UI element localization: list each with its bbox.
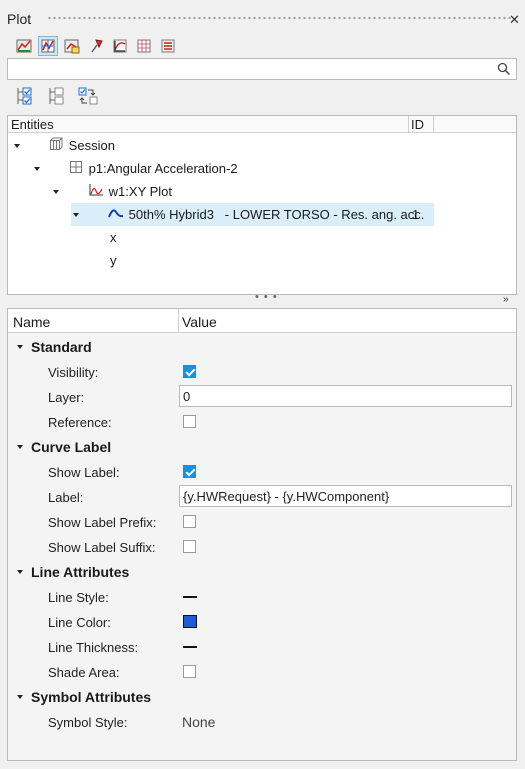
line-color-label: Line Color:: [48, 615, 111, 630]
visibility-label: Visibility:: [48, 365, 99, 380]
label-input[interactable]: [180, 486, 511, 506]
search-icon[interactable]: [497, 62, 511, 79]
tree-node-label: p1:Angular Acceleration-2: [88, 161, 238, 176]
close-icon[interactable]: ✕: [509, 12, 520, 28]
line-thickness-label: Line Thickness:: [48, 640, 139, 655]
show-label-prefix-checkbox[interactable]: [183, 515, 196, 528]
line-thickness-swatch[interactable]: [183, 646, 197, 648]
shade-area-label: Shade Area:: [48, 665, 120, 680]
reference-label: Reference:: [48, 415, 112, 430]
line-style-label: Line Style:: [48, 590, 109, 605]
panel-title: Plot: [7, 11, 32, 27]
section-title: Line Attributes: [31, 564, 130, 580]
tree-node-curve-selected[interactable]: 50th% Hybrid3 - LOWER TORSO - Res. ang. …: [71, 203, 434, 226]
section-title: Symbol Attributes: [31, 689, 152, 705]
show-label-label: Show Label:: [48, 465, 120, 480]
collapse-arrow-icon[interactable]: [17, 695, 23, 699]
expand-arrow-icon[interactable]: [34, 166, 40, 171]
entities-tree: Entities ID Session p1:Angular Accelerat…: [7, 115, 517, 295]
curve-icon: [86, 192, 124, 237]
label-label: Label:: [48, 490, 84, 505]
expand-arrow-icon[interactable]: [53, 189, 59, 194]
splitter-handle[interactable]: • • •: [255, 291, 278, 303]
plot-add-icon[interactable]: [14, 36, 34, 56]
id-column-header[interactable]: ID: [411, 117, 424, 132]
value-column-header[interactable]: Value: [182, 314, 217, 330]
grid-icon[interactable]: [134, 36, 154, 56]
visibility-checkbox[interactable]: [183, 365, 196, 378]
label-field[interactable]: [179, 485, 512, 507]
column-divider[interactable]: [408, 116, 409, 133]
column-divider[interactable]: [433, 116, 434, 133]
show-label-prefix-label: Show Label Prefix:: [48, 515, 157, 530]
section-symbol-attributes[interactable]: Symbol Attributes: [17, 689, 151, 705]
tree-node-page[interactable]: p1:Angular Acceleration-2: [34, 157, 238, 180]
pin-icon[interactable]: [86, 36, 106, 56]
symbol-style-value[interactable]: None: [182, 714, 215, 730]
tree-node-label: 50th% Hybrid3 - LOWER TORSO - Res. ang. …: [128, 207, 425, 222]
section-standard[interactable]: Standard: [17, 339, 92, 355]
axis-icon[interactable]: [110, 36, 130, 56]
properties-table: Name Value Standard Visibility: Layer: R…: [7, 308, 517, 761]
curve-select-icon[interactable]: [38, 36, 58, 56]
collapse-arrow-icon[interactable]: [17, 445, 23, 449]
symbol-style-label: Symbol Style:: [48, 715, 128, 730]
collapse-chevron-icon[interactable]: »: [503, 294, 509, 305]
tree-header: Entities ID: [8, 116, 516, 133]
show-label-checkbox[interactable]: [183, 465, 196, 478]
layer-label: Layer:: [48, 390, 85, 405]
section-title: Standard: [31, 339, 92, 355]
name-column-header[interactable]: Name: [13, 314, 50, 330]
layer-field[interactable]: [179, 385, 512, 407]
drag-grip[interactable]: [47, 15, 512, 21]
reference-checkbox[interactable]: [183, 415, 196, 428]
legend-icon[interactable]: [158, 36, 178, 56]
check-all-icon[interactable]: [14, 85, 34, 107]
properties-header: Name Value: [8, 309, 516, 333]
tree-node-x[interactable]: x: [110, 226, 117, 249]
line-color-swatch[interactable]: [183, 615, 197, 628]
expand-arrow-icon[interactable]: [14, 143, 20, 148]
expand-arrow-icon[interactable]: [73, 212, 79, 217]
swap-check-icon[interactable]: [78, 85, 98, 107]
shade-area-checkbox[interactable]: [183, 665, 196, 678]
tree-node-y[interactable]: y: [110, 249, 117, 272]
section-title: Curve Label: [31, 439, 112, 455]
plot-edit-icon[interactable]: [62, 36, 82, 56]
show-label-suffix-checkbox[interactable]: [183, 540, 196, 553]
tree-node-label: x: [110, 230, 117, 245]
tree-node-label: y: [110, 253, 117, 268]
collapse-arrow-icon[interactable]: [17, 570, 23, 574]
tree-node-id: 1: [412, 207, 420, 222]
section-line-attributes[interactable]: Line Attributes: [17, 564, 129, 580]
collapse-arrow-icon[interactable]: [17, 345, 23, 349]
uncheck-all-icon[interactable]: [46, 85, 66, 107]
show-label-suffix-label: Show Label Suffix:: [48, 540, 156, 555]
search-input[interactable]: [8, 59, 488, 79]
line-style-swatch[interactable]: [183, 596, 197, 598]
search-field[interactable]: [7, 58, 517, 80]
section-curve-label[interactable]: Curve Label: [17, 439, 111, 455]
layer-input[interactable]: [180, 386, 511, 406]
column-divider[interactable]: [178, 309, 179, 333]
